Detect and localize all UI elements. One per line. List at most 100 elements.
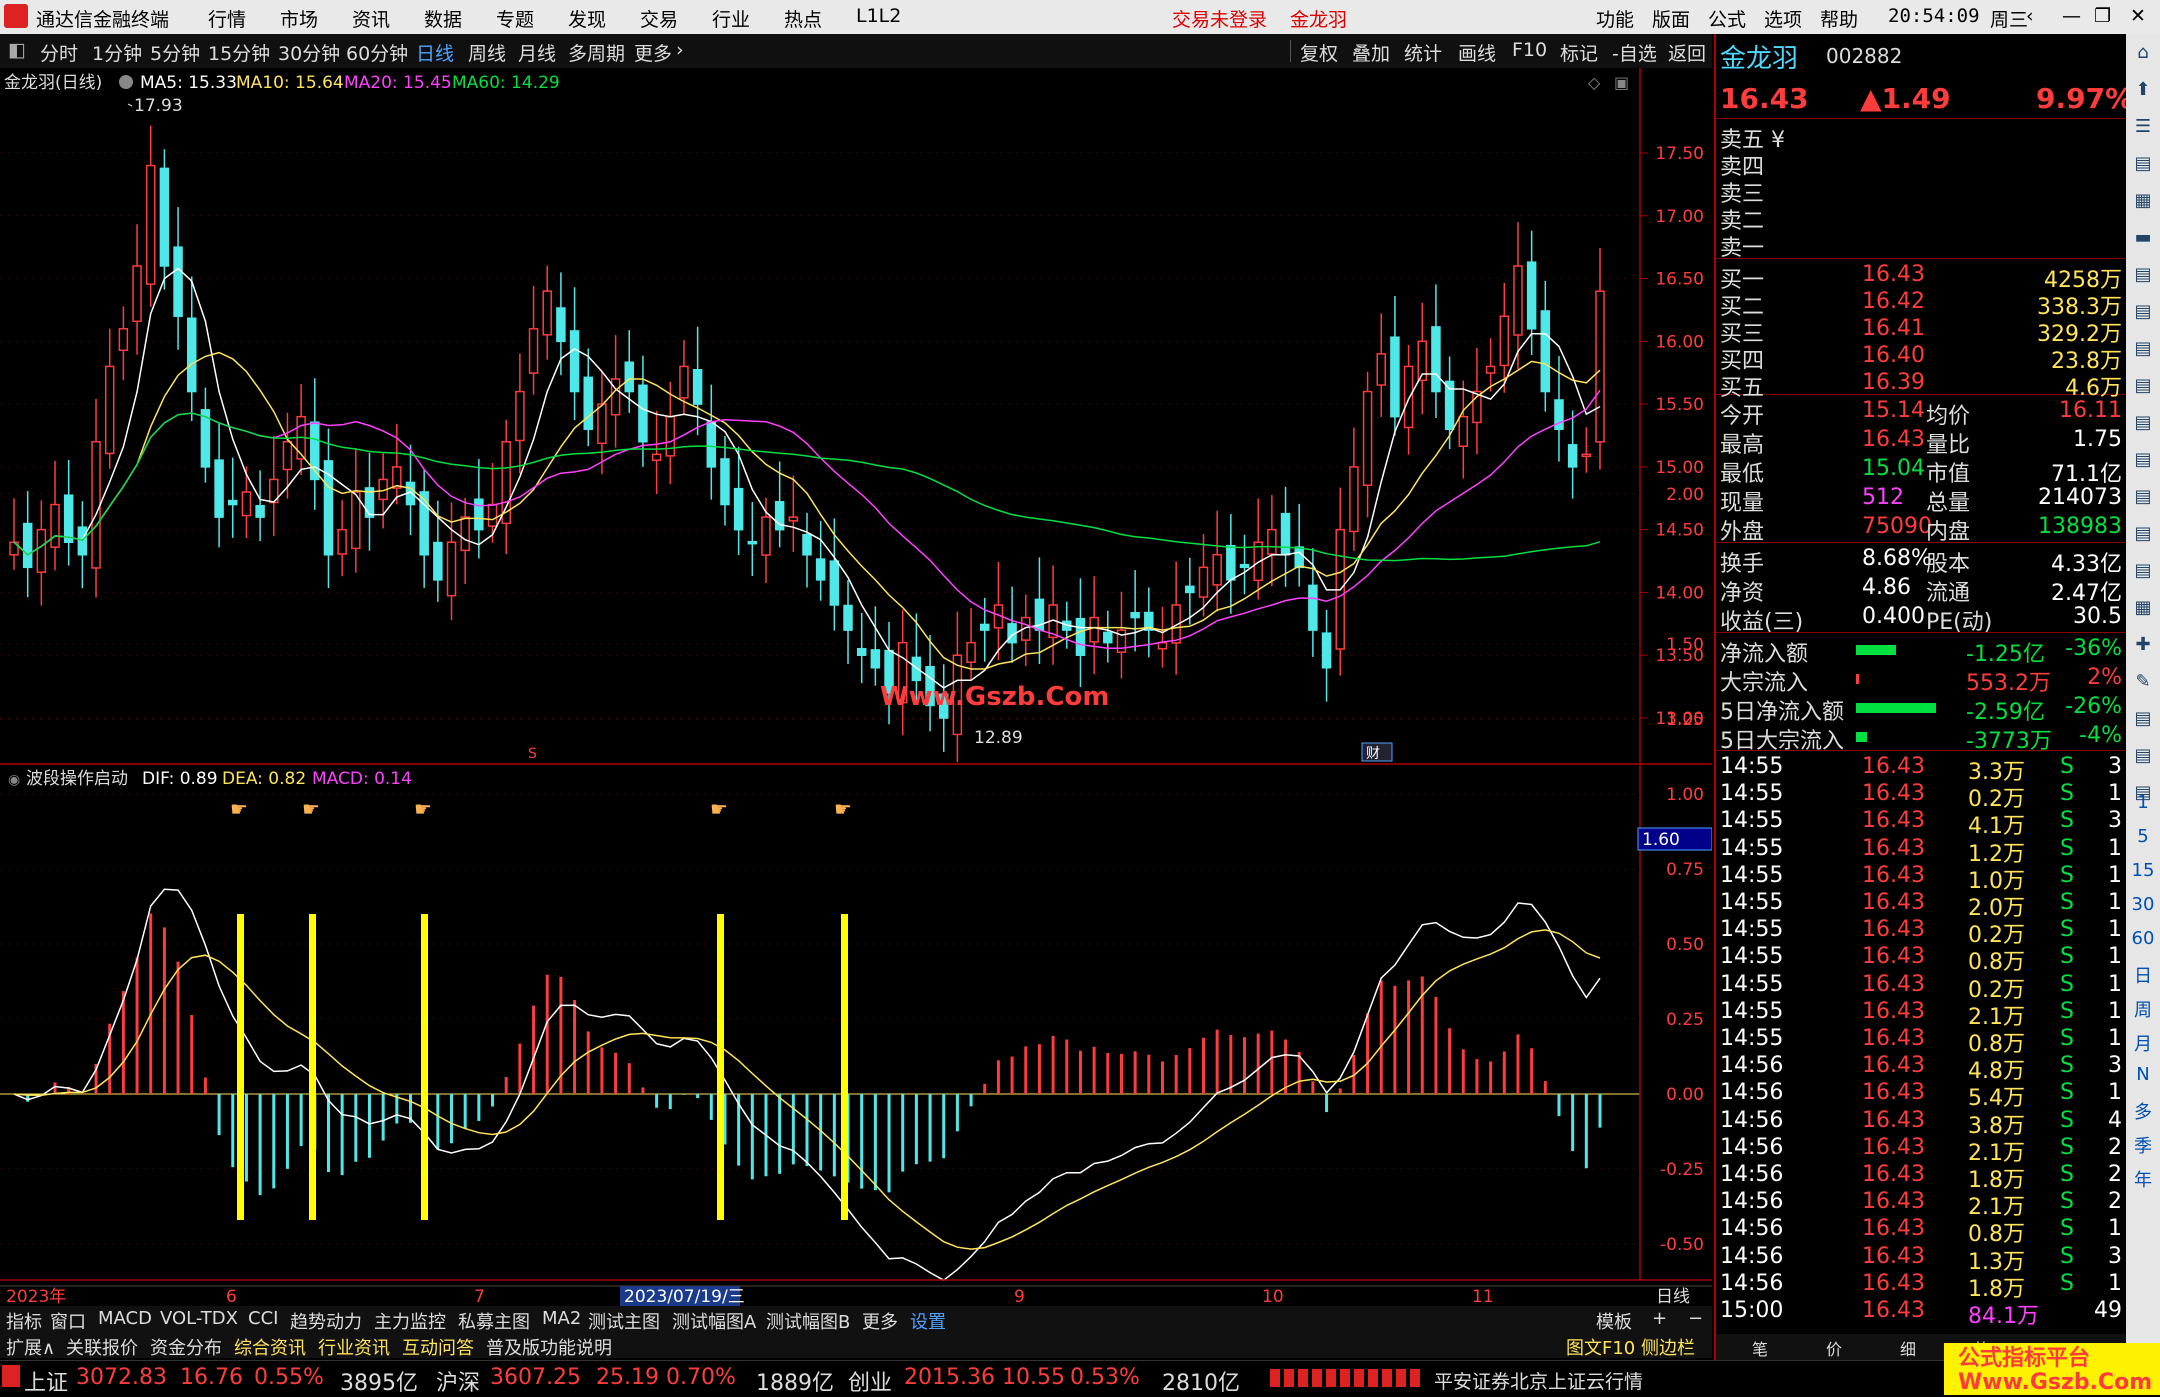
sub-chart-options-icon[interactable]: ◉ <box>8 772 20 788</box>
menu-item-function[interactable]: 功能 <box>1596 5 1634 32</box>
tool-overlay[interactable]: 叠加 <box>1352 39 1390 66</box>
menu-item-formula[interactable]: 公式 <box>1708 5 1746 32</box>
tab-main-monitor[interactable]: 主力监控 <box>374 1308 446 1334</box>
tab-indicator[interactable]: 指标 <box>6 1308 42 1334</box>
panel-tab-detail[interactable]: 细 <box>1900 1336 1916 1360</box>
close-icon[interactable]: ✕ <box>2130 5 2146 27</box>
tab-fund-distribution[interactable]: 资金分布 <box>150 1334 222 1360</box>
tool-f10[interactable]: F10 <box>1512 39 1547 61</box>
tab-cci[interactable]: CCI <box>248 1308 278 1329</box>
tab-private-main[interactable]: 私募主图 <box>458 1308 530 1334</box>
index-hs-name[interactable]: 沪深 <box>436 1365 480 1397</box>
finance-marker[interactable]: 财 <box>1366 746 1380 762</box>
tab-test-sub-b[interactable]: 测试幅图B <box>766 1308 850 1334</box>
side-tool-icon[interactable]: ▤ <box>2130 745 2156 771</box>
side-period-button[interactable]: 30 <box>2130 894 2156 920</box>
side-period-button[interactable]: 周 <box>2130 996 2156 1022</box>
panel-tab-price[interactable]: 价 <box>1826 1336 1842 1360</box>
tab-related-quotes[interactable]: 关联报价 <box>66 1334 138 1360</box>
side-tool-icon[interactable]: ▤ <box>2130 708 2156 734</box>
side-tool-icon[interactable]: ✚ <box>2130 634 2156 660</box>
tab-trend-power[interactable]: 趋势动力 <box>290 1308 362 1334</box>
menu-item-market[interactable]: 市场 <box>280 5 318 32</box>
period-tab-daily[interactable]: 日线 <box>416 39 454 66</box>
remove-window-button[interactable]: − <box>1688 1308 1703 1329</box>
minimize-icon[interactable]: — <box>2062 5 2081 27</box>
side-period-button[interactable]: 月 <box>2130 1030 2156 1056</box>
menu-item-news[interactable]: 资讯 <box>352 5 390 32</box>
side-tool-icon[interactable]: ✎ <box>2130 671 2156 697</box>
period-tab-15min[interactable]: 15分钟 <box>208 39 270 66</box>
side-period-button[interactable]: 60 <box>2130 928 2156 954</box>
add-window-button[interactable]: + <box>1652 1308 1667 1329</box>
tab-industry-news[interactable]: 行业资讯 <box>318 1334 390 1360</box>
chart-options-icon[interactable] <box>119 75 133 89</box>
side-period-button[interactable]: 季 <box>2130 1132 2156 1158</box>
side-tool-icon[interactable]: ▤ <box>2130 449 2156 475</box>
square-icon[interactable]: ▣ <box>1614 73 1629 92</box>
side-tool-icon[interactable]: ⌂ <box>2130 42 2156 68</box>
login-status[interactable]: 交易未登录 <box>1172 5 1267 32</box>
period-tab-5min[interactable]: 5分钟 <box>150 39 200 66</box>
restore-icon[interactable]: ❐ <box>2094 5 2111 27</box>
diamond-icon[interactable]: ◇ <box>1588 73 1601 92</box>
menu-item-hot[interactable]: 热点 <box>784 5 822 32</box>
tool-back[interactable]: 返回 <box>1668 39 1706 66</box>
tab-window[interactable]: 窗口 <box>50 1308 86 1334</box>
menu-item-topics[interactable]: 专题 <box>496 5 534 32</box>
tab-test-main[interactable]: 测试主图 <box>588 1308 660 1334</box>
period-tab-weekly[interactable]: 周线 <box>468 39 506 66</box>
menu-item-help[interactable]: 帮助 <box>1820 5 1858 32</box>
tab-qa[interactable]: 互动问答 <box>402 1334 474 1360</box>
side-tool-icon[interactable]: ▤ <box>2130 301 2156 327</box>
tab-more[interactable]: 更多 <box>862 1308 898 1334</box>
side-period-button[interactable]: 多 <box>2130 1098 2156 1124</box>
menu-item-l1l2[interactable]: L1L2 <box>856 5 901 27</box>
side-period-button[interactable]: 5 <box>2130 826 2156 852</box>
kline-chart[interactable]: 17.50 17.00 16.50 16.00 15.50 15.00 14.50 14.00… <box>0 68 1712 1306</box>
side-tool-icon[interactable]: ▤ <box>2130 264 2156 290</box>
period-tab-30min[interactable]: 30分钟 <box>278 39 340 66</box>
side-period-button[interactable]: 15 <box>2130 860 2156 886</box>
tool-mark[interactable]: 标记 <box>1560 39 1598 66</box>
period-tab-monthly[interactable]: 月线 <box>518 39 556 66</box>
side-tool-icon[interactable]: ▦ <box>2130 190 2156 216</box>
tool-draw[interactable]: 画线 <box>1458 39 1496 66</box>
back-icon[interactable]: ‹ <box>2026 5 2034 27</box>
menu-item-trade[interactable]: 交易 <box>640 5 678 32</box>
period-tab-more[interactable]: 更多 <box>634 39 672 66</box>
menu-item-discover[interactable]: 发现 <box>568 5 606 32</box>
side-tool-icon[interactable]: ▤ <box>2130 153 2156 179</box>
tab-ma2[interactable]: MA2 <box>542 1308 581 1329</box>
side-tool-icon[interactable]: ☰ <box>2130 116 2156 142</box>
period-tab-multi[interactable]: 多周期 <box>568 39 625 66</box>
side-tool-icon[interactable]: ▤ <box>2130 523 2156 549</box>
menu-item-industry[interactable]: 行业 <box>712 5 750 32</box>
side-tool-icon[interactable]: ▤ <box>2130 338 2156 364</box>
index-sh-name[interactable]: 上证 <box>24 1365 68 1397</box>
index-cy-name[interactable]: 创业 <box>848 1365 892 1397</box>
panel-toggle-icon[interactable]: ◧ <box>8 39 26 61</box>
chevron-right-icon[interactable]: › <box>676 39 684 61</box>
side-tool-icon[interactable]: ▤ <box>2130 375 2156 401</box>
tool-watchlist[interactable]: -自选 <box>1612 39 1657 66</box>
tool-stats[interactable]: 统计 <box>1404 39 1442 66</box>
menu-item-data[interactable]: 数据 <box>424 5 462 32</box>
side-period-button[interactable]: 年 <box>2130 1166 2156 1192</box>
tab-vol-tdx[interactable]: VOL-TDX <box>160 1308 238 1329</box>
tool-adjust[interactable]: 复权 <box>1300 39 1338 66</box>
side-tool-icon[interactable]: ⬆ <box>2130 79 2156 105</box>
side-tool-icon[interactable]: ▤ <box>2130 486 2156 512</box>
menu-item-quotes[interactable]: 行情 <box>208 5 246 32</box>
tab-settings[interactable]: 设置 <box>910 1308 946 1334</box>
menu-item-options[interactable]: 选项 <box>1764 5 1802 32</box>
side-tool-icon[interactable]: ▤ <box>2130 412 2156 438</box>
tab-basic-help[interactable]: 普及版功能说明 <box>486 1334 612 1360</box>
tab-general-news[interactable]: 综合资讯 <box>234 1334 306 1360</box>
side-period-button[interactable]: 日 <box>2130 962 2156 988</box>
side-period-button[interactable]: N <box>2130 1064 2156 1090</box>
period-tab-60min[interactable]: 60分钟 <box>346 39 408 66</box>
tab-macd[interactable]: MACD <box>98 1308 152 1329</box>
period-tab-intraday[interactable]: 分时 <box>40 39 78 66</box>
tab-test-sub-a[interactable]: 测试幅图A <box>672 1308 756 1334</box>
